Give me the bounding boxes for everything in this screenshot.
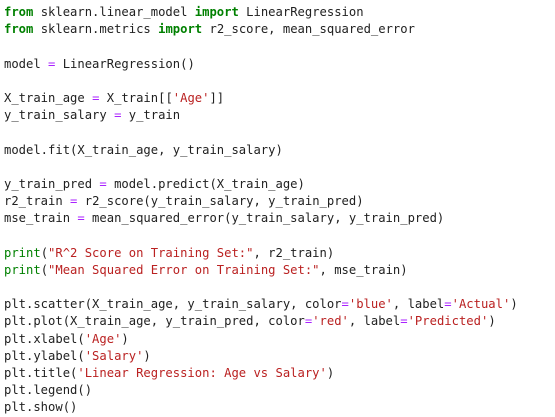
code-token-pl: , r2_train): [253, 245, 335, 260]
code-line: plt.ylabel('Salary'): [4, 348, 555, 365]
code-token-pl: , label: [348, 314, 401, 329]
code-line: from sklearn.linear_model import LinearR…: [4, 4, 555, 21]
code-line: plt.title('Linear Regression: Age vs Sal…: [4, 365, 555, 382]
code-token-bi: print: [4, 245, 41, 260]
code-line: plt.scatter(X_train_age, y_train_salary,…: [4, 296, 555, 313]
code-token-pl: ): [510, 297, 518, 312]
code-line: y_train_salary = y_train: [4, 107, 555, 124]
code-line: print("R^2 Score on Training Set:", r2_t…: [4, 245, 555, 262]
code-token-str: "R^2 Score on Training Set:": [48, 245, 254, 260]
code-token-str: 'Age': [84, 331, 122, 346]
code-token-pl: ): [121, 331, 129, 346]
code-token-pl: LinearRegression(): [55, 56, 195, 71]
code-token-pl: y_train_salary: [4, 108, 115, 123]
code-token-str: 'Salary': [84, 348, 144, 363]
code-token-pl: LinearRegression: [238, 5, 364, 19]
code-token-pl: ]]: [209, 90, 225, 105]
code-line: model.fit(X_train_age, y_train_salary): [4, 142, 555, 159]
code-token-pl: y_train: [121, 108, 181, 123]
code-token-pl: model.predict(X_train_age): [106, 176, 305, 191]
code-token-pl: r2_train: [4, 194, 71, 209]
code-token-str: 'blue': [348, 297, 393, 312]
code-token-kw: import: [158, 22, 203, 37]
code-token-pl: plt.show(): [4, 400, 78, 415]
code-line: plt.xlabel('Age'): [4, 331, 555, 348]
code-token-pl: y_train_pred: [4, 176, 100, 191]
code-token-op: =: [77, 211, 85, 226]
code-token-kw: from: [4, 22, 34, 37]
code-token-pl: (: [40, 245, 49, 260]
code-line: plt.plot(X_train_age, y_train_pred, colo…: [4, 313, 555, 330]
code-token-pl: mse_train: [4, 211, 78, 226]
code-token-pl: model.fit(X_train_age, y_train_salary): [4, 142, 283, 157]
code-token-str: 'Age': [172, 90, 210, 105]
code-token-str: "Mean Squared Error on Training Set:": [48, 262, 320, 277]
code-token-op: =: [341, 297, 349, 312]
code-line: mse_train = mean_squared_error(y_train_s…: [4, 210, 555, 227]
code-token-pl: ): [326, 365, 335, 380]
code-token-pl: , mse_train): [319, 262, 408, 277]
code-token-pl: (: [40, 262, 49, 277]
code-token-pl: ): [143, 348, 151, 363]
code-token-str: 'red': [312, 314, 349, 329]
code-token-op: =: [444, 297, 452, 312]
code-token-str: 'Predicted': [407, 314, 489, 329]
code-token-pl: plt.xlabel(: [4, 331, 85, 346]
code-token-op: =: [400, 314, 408, 329]
code-token-str: 'Linear Regression: Age vs Salary': [77, 365, 327, 380]
code-token-pl: plt.ylabel(: [4, 348, 85, 363]
code-token-pl: r2_score(y_train_salary, y_train_pred): [77, 194, 364, 209]
code-token-pl: r2_score, mean_squared_error: [202, 22, 415, 37]
code-token-pl: X_train_age: [4, 90, 93, 105]
code-token-pl: plt.title(: [4, 365, 78, 380]
code-token-kw: from: [4, 5, 34, 19]
code-token-pl: sklearn.metrics: [33, 22, 159, 37]
code-line: model = LinearRegression(): [4, 56, 555, 73]
code-token-pl: X_train[[: [99, 90, 173, 105]
code-token-pl: ): [488, 314, 496, 329]
code-token-kw: import: [194, 5, 239, 19]
code-line: plt.legend(): [4, 382, 555, 399]
code-line: print("Mean Squared Error on Training Se…: [4, 262, 555, 279]
code-line: from sklearn.metrics import r2_score, me…: [4, 21, 555, 38]
code-token-pl: plt.scatter(X_train_age, y_train_salary,…: [4, 297, 342, 312]
code-line: y_train_pred = model.predict(X_train_age…: [4, 176, 555, 193]
code-token-pl: , label: [392, 297, 445, 312]
code-token-pl: sklearn.linear_model: [33, 5, 195, 19]
code-token-pl: mean_squared_error(y_train_salary, y_tra…: [84, 211, 445, 226]
code-line: X_train_age = X_train[['Age']]: [4, 90, 555, 107]
code-line: r2_train = r2_score(y_train_salary, y_tr…: [4, 193, 555, 210]
code-token-str: 'Actual': [451, 297, 511, 312]
code-token-pl: model: [4, 56, 49, 71]
code-cell-editor[interactable]: from sklearn.linear_model import LinearR…: [0, 0, 555, 414]
code-token-pl: plt.legend(): [4, 383, 93, 398]
code-token-pl: plt.plot(X_train_age, y_train_pred, colo…: [4, 314, 305, 329]
code-token-bi: print: [4, 262, 41, 277]
code-token-op: =: [99, 176, 107, 191]
